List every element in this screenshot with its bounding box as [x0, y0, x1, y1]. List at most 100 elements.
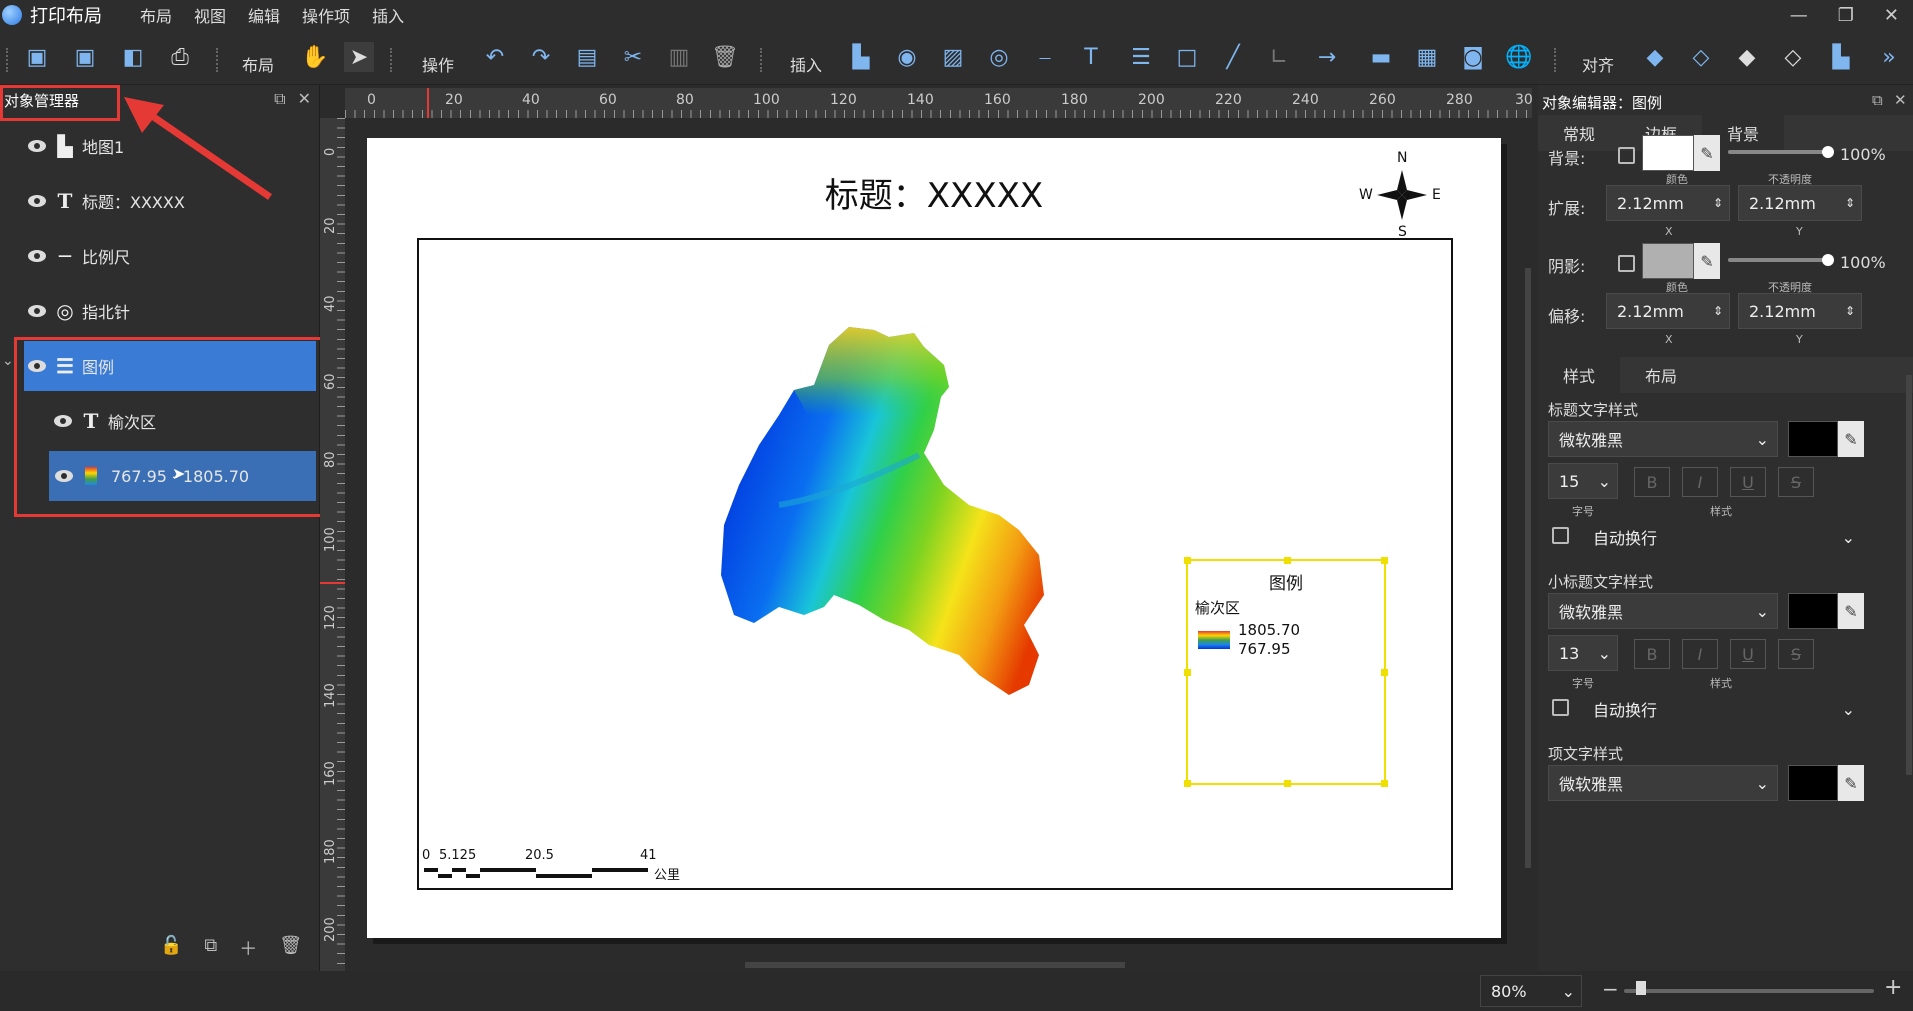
item-font-select[interactable]: 微软雅黑 ⌄ [1548, 765, 1778, 801]
spinner-icon[interactable]: ⇕ [1845, 196, 1855, 210]
save-as-icon[interactable]: ▣ [70, 42, 100, 72]
tree-item-title[interactable]: T 标题：XXXXX [28, 176, 318, 226]
send-to-back-icon[interactable]: ◇ [1778, 42, 1808, 72]
expand-x-field[interactable]: 2.12mm ⇕ [1606, 185, 1730, 221]
zoom-slider[interactable] [1624, 989, 1874, 993]
italic-button[interactable]: I [1682, 639, 1718, 669]
shadow-checkbox[interactable] [1618, 255, 1635, 272]
spinner-icon[interactable]: ⇕ [1845, 304, 1855, 318]
legend[interactable]: 图例 榆次区 1805.70 767.95 [1184, 557, 1388, 787]
resize-handle[interactable] [1184, 669, 1191, 676]
title-font-select[interactable]: 微软雅黑 ⌄ [1548, 421, 1778, 457]
resize-handle[interactable] [1284, 557, 1291, 564]
insert-table-icon[interactable]: ▦ [1412, 42, 1442, 72]
collapse-chevron-icon[interactable]: ⌄ [2, 353, 14, 369]
eyedropper-icon[interactable]: ✎ [1838, 593, 1864, 629]
subtitle-size-select[interactable]: 13 ⌄ [1548, 635, 1618, 671]
background-color-swatch[interactable] [1642, 135, 1694, 171]
subtitle-font-select[interactable]: 微软雅黑 ⌄ [1548, 593, 1778, 629]
paste-icon[interactable]: ▥ [664, 42, 694, 72]
insert-rectangle-icon[interactable]: □ [1172, 42, 1202, 72]
close-panel-icon[interactable]: ✕ [1894, 91, 1907, 109]
menu-insert[interactable]: 插入 [372, 3, 404, 27]
print-page[interactable]: 标题：XXXXX N S E W 图例 榆次区 1805.70 767.95 0… [367, 138, 1501, 938]
resize-handle[interactable] [1284, 780, 1291, 787]
title-size-select[interactable]: 15 ⌄ [1548, 463, 1618, 499]
menu-layout[interactable]: 布局 [140, 3, 172, 27]
tree-item-scalebar[interactable]: — 比例尺 [28, 231, 318, 281]
strikethrough-button[interactable]: S [1778, 639, 1814, 669]
toolbar-overflow-icon[interactable]: » [1874, 42, 1904, 72]
add-icon[interactable]: ＋ [239, 935, 257, 961]
zoom-slider-knob[interactable] [1636, 981, 1646, 995]
save-icon[interactable]: ▣ [22, 42, 52, 72]
expand-y-field[interactable]: 2.12mm ⇕ [1738, 185, 1862, 221]
zoom-in-icon[interactable]: + [1884, 975, 1902, 1000]
visibility-eye-icon[interactable] [28, 195, 46, 207]
insert-legend-icon[interactable]: ☰ [1126, 42, 1156, 72]
tree-item-compass[interactable]: ◎ 指北针 [28, 286, 318, 336]
resize-handle[interactable] [1381, 557, 1388, 564]
visibility-eye-icon[interactable] [28, 305, 46, 317]
insert-callout-icon[interactable]: ▬ [1366, 42, 1396, 72]
select-all-icon[interactable]: ▤ [572, 42, 602, 72]
offset-y-field[interactable]: 2.12mm ⇕ [1738, 293, 1862, 329]
resize-handle[interactable] [1381, 780, 1388, 787]
map-title[interactable]: 标题：XXXXX [367, 168, 1501, 217]
resize-handle[interactable] [1184, 780, 1191, 787]
redo-icon[interactable]: ↷ [526, 42, 556, 72]
visibility-eye-icon[interactable] [28, 140, 46, 152]
tab-style[interactable]: 样式 [1538, 357, 1620, 393]
trash-icon[interactable]: 🗑 [279, 935, 302, 961]
menu-edit[interactable]: 编辑 [248, 3, 280, 27]
bold-button[interactable]: B [1634, 639, 1670, 669]
offset-x-field[interactable]: 2.12mm ⇕ [1606, 293, 1730, 329]
slider-knob[interactable] [1822, 146, 1834, 158]
minimize-icon[interactable]: — [1790, 5, 1808, 26]
italic-button[interactable]: I [1682, 467, 1718, 497]
bold-button[interactable]: B [1634, 467, 1670, 497]
duplicate-icon[interactable]: ⧉ [204, 935, 217, 961]
editor-scrollbar[interactable] [1906, 375, 1912, 775]
zoom-select[interactable]: 80% ⌄ [1480, 975, 1582, 1007]
print-icon[interactable]: ⎙ [165, 42, 195, 72]
vertical-scrollbar[interactable] [1525, 268, 1531, 868]
export-icon[interactable]: ◧ [118, 42, 148, 72]
lock-icon[interactable]: 🔓 [160, 935, 182, 961]
layout-canvas[interactable]: 标题：XXXXX N S E W 图例 榆次区 1805.70 767.95 0… [345, 118, 1531, 971]
float-panel-icon[interactable]: ⧉ [1872, 91, 1883, 109]
eyedropper-icon[interactable]: ✎ [1694, 135, 1720, 171]
insert-overview-icon[interactable]: ◉ [892, 42, 922, 72]
pan-hand-icon[interactable]: ✋ [300, 42, 330, 72]
insert-arrow-icon[interactable]: → [1312, 42, 1342, 72]
insert-scalebar-icon[interactable]: ⎯ [1030, 42, 1060, 72]
tree-item-legend-layer[interactable]: T 榆次区 [54, 396, 316, 446]
eyedropper-icon[interactable]: ✎ [1694, 243, 1720, 279]
tree-item-legend[interactable]: ☰ 图例 [24, 341, 316, 391]
bring-to-front-icon[interactable]: ◆ [1640, 42, 1670, 72]
background-opacity-slider[interactable] [1728, 150, 1828, 154]
subtitle-wrap-select[interactable]: 自动换行 ⌄ [1582, 691, 1862, 727]
scale-bar[interactable]: 0 5.125 20.5 41 公里 [422, 848, 822, 888]
insert-map-icon[interactable]: ▙ [846, 42, 876, 72]
undo-icon[interactable]: ↶ [480, 42, 510, 72]
select-pointer-icon[interactable]: ➤ [344, 42, 374, 72]
visibility-eye-icon[interactable] [28, 250, 46, 262]
insert-compass-icon[interactable]: ◎ [984, 42, 1014, 72]
resize-handle[interactable] [1184, 557, 1191, 564]
insert-text-icon[interactable]: T [1076, 42, 1106, 72]
subtitle-wrap-checkbox[interactable] [1552, 699, 1569, 716]
close-panel-icon[interactable]: ✕ [298, 89, 311, 109]
insert-ellipse-icon[interactable]: ◙ [1458, 42, 1488, 72]
insert-polyline-icon[interactable]: ∟ [1264, 42, 1294, 72]
shadow-opacity-slider[interactable] [1728, 258, 1828, 262]
resize-handle[interactable] [1381, 669, 1388, 676]
menu-view[interactable]: 视图 [194, 3, 226, 27]
cut-icon[interactable]: ✂ [618, 42, 648, 72]
strikethrough-button[interactable]: S [1778, 467, 1814, 497]
slider-knob[interactable] [1822, 254, 1834, 266]
title-color-swatch[interactable] [1788, 421, 1838, 457]
align-left-icon[interactable]: ▙ [1826, 42, 1856, 72]
zoom-out-icon[interactable]: − [1602, 977, 1619, 1001]
underline-button[interactable]: U [1730, 467, 1766, 497]
